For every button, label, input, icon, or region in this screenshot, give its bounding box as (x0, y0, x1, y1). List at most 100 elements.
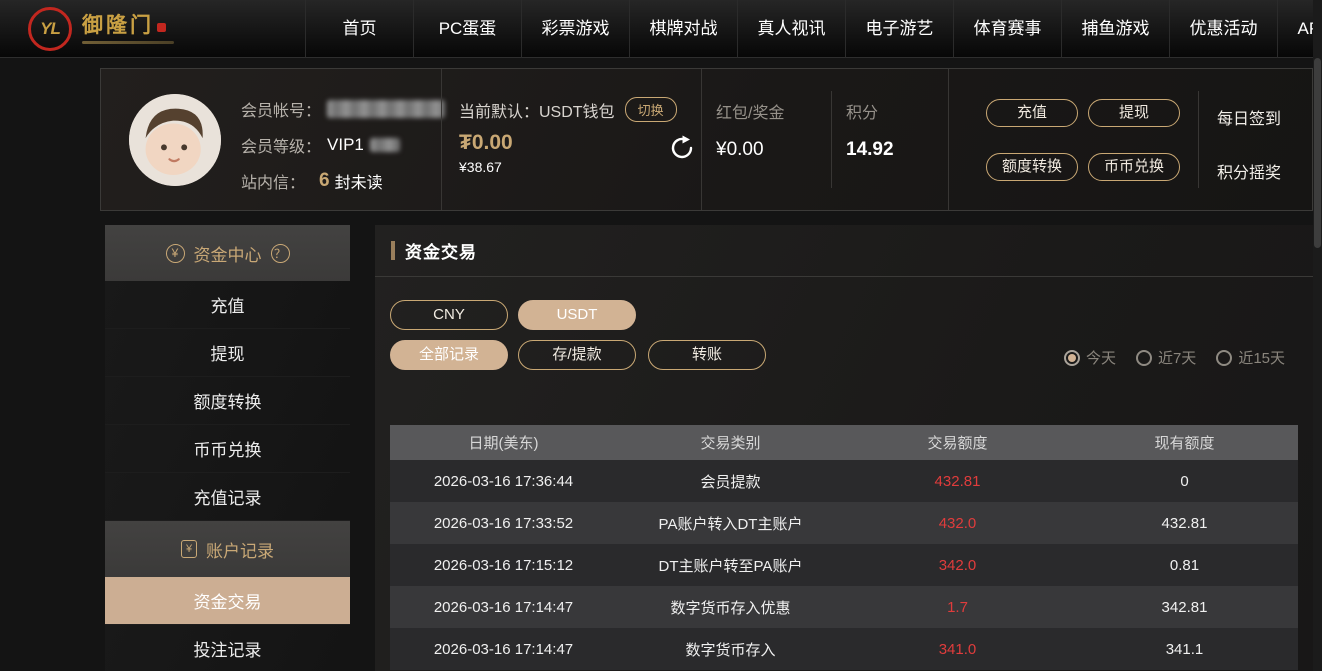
avatar-baby-image (129, 94, 221, 186)
cell-balance: 0.81 (1071, 557, 1298, 574)
table-row: 2026-03-16 17:14:47 数字货币存入优惠 1.7 342.81 (390, 586, 1298, 628)
nav-item-slots[interactable]: 电子游艺 (845, 0, 953, 58)
date-filter-7days[interactable]: 近7天 (1136, 347, 1196, 368)
nav-item-fishing[interactable]: 捕鱼游戏 (1061, 0, 1169, 58)
points-value: 14.92 (846, 139, 894, 161)
account-label: 会员帐号： (241, 97, 321, 121)
divider (948, 69, 949, 210)
cell-amount: 1.7 (844, 599, 1071, 616)
level-value: VIP1 (327, 135, 364, 155)
cell-amount: 432.0 (844, 515, 1071, 532)
logo-emblem-icon: YL (28, 7, 72, 51)
wallet-default-label: 当前默认：USDT钱包 (459, 98, 615, 122)
table-row: 2026-03-16 17:36:44 会员提款 432.81 0 (390, 460, 1298, 502)
points-label: 积分 (846, 99, 878, 123)
col-header-date: 日期(美东) (390, 432, 617, 453)
account-records-label: 账户记录 (206, 537, 274, 562)
table-header-row: 日期(美东) 交易类别 交易额度 现有额度 (390, 425, 1298, 460)
sidebar-item-quota-transfer[interactable]: 额度转换 (105, 377, 350, 425)
table-row: 2026-03-16 17:14:47 数字货币存入 341.0 341.1 (390, 628, 1298, 670)
bonus-value: ¥0.00 (716, 139, 764, 161)
nav-item-live[interactable]: 真人视讯 (737, 0, 845, 58)
cell-date: 2026-03-16 17:14:47 (390, 641, 617, 658)
fund-transactions-panel: 资金交易 CNY USDT 全部记录 存/提款 转账 今天 近7天 近15天 日… (375, 225, 1313, 671)
sidebar: ¥ 资金中心 ？ 充值 提现 额度转换 币币兑换 充值记录 ¥ 账户记录 资金交… (105, 225, 350, 671)
cell-amount: 342.0 (844, 557, 1071, 574)
inbox-unread-count[interactable]: 6 (319, 170, 330, 192)
cell-date: 2026-03-16 17:15:12 (390, 557, 617, 574)
page-scrollbar[interactable] (1313, 0, 1322, 671)
currency-tab-cny[interactable]: CNY (390, 300, 508, 330)
cell-type: 数字货币存入 (617, 639, 844, 660)
divider (1198, 91, 1199, 188)
table-row: 2026-03-16 17:33:52 PA账户转入DT主账户 432.0 43… (390, 502, 1298, 544)
radio-unselected-icon (1216, 350, 1232, 366)
bonus-label: 红包/奖金 (716, 99, 784, 123)
cell-type: PA账户转入DT主账户 (617, 513, 844, 534)
cell-amount: 341.0 (844, 641, 1071, 658)
page-title-bar: 资金交易 (375, 225, 1313, 277)
avatar[interactable] (129, 94, 221, 186)
cell-amount: 432.81 (844, 473, 1071, 490)
type-tab-deposit-withdraw[interactable]: 存/提款 (518, 340, 636, 370)
cell-date: 2026-03-16 17:33:52 (390, 515, 617, 532)
sidebar-section-account-records: ¥ 账户记录 (105, 521, 350, 577)
cell-date: 2026-03-16 17:36:44 (390, 473, 617, 490)
nav-item-lottery[interactable]: 彩票游戏 (521, 0, 629, 58)
currency-tab-usdt[interactable]: USDT (518, 300, 636, 330)
nav-item-promotions[interactable]: 优惠活动 (1169, 0, 1277, 58)
cell-type: 会员提款 (617, 471, 844, 492)
withdraw-button[interactable]: 提现 (1088, 99, 1180, 127)
fund-center-icon: ¥ (166, 244, 185, 263)
sidebar-item-deposit[interactable]: 充值 (105, 281, 350, 329)
nav-item-pc-egg[interactable]: PC蛋蛋 (413, 0, 521, 58)
sidebar-item-fund-transactions[interactable]: 资金交易 (105, 577, 350, 625)
transactions-table: 日期(美东) 交易类别 交易额度 现有额度 2026-03-16 17:36:4… (390, 425, 1298, 670)
sidebar-item-coin-exchange[interactable]: 币币兑换 (105, 425, 350, 473)
logo-tagline (82, 41, 174, 44)
table-row: 2026-03-16 17:15:12 DT主账户转至PA账户 342.0 0.… (390, 544, 1298, 586)
cell-type: 数字货币存入优惠 (617, 597, 844, 618)
wallet-switch-button[interactable]: 切换 (625, 97, 677, 122)
date-filter-15days-label: 近15天 (1238, 347, 1285, 368)
scrollbar-thumb[interactable] (1314, 58, 1321, 248)
sidebar-item-betting-records[interactable]: 投注记录 (105, 625, 350, 671)
col-header-type: 交易类别 (617, 432, 844, 453)
divider (831, 91, 832, 188)
date-filter-today[interactable]: 今天 (1064, 347, 1116, 368)
divider (701, 69, 702, 210)
points-lottery-link[interactable]: 积分摇奖 (1217, 159, 1281, 183)
help-icon[interactable]: ？ (271, 244, 290, 263)
refresh-balance-icon[interactable] (669, 135, 695, 161)
cell-balance: 0 (1071, 473, 1298, 490)
member-info-panel: 会员帐号： 会员等级： VIP1 站内信： 6 封未读 当前默认：USDT钱包 … (100, 68, 1313, 211)
sidebar-item-withdraw[interactable]: 提现 (105, 329, 350, 377)
date-filter-7days-label: 近7天 (1158, 347, 1196, 368)
title-accent-bar (391, 241, 395, 260)
account-value-redacted (327, 100, 445, 118)
account-records-icon: ¥ (181, 540, 197, 558)
date-filter-today-label: 今天 (1086, 347, 1116, 368)
cell-balance: 342.81 (1071, 599, 1298, 616)
sidebar-section-fund-center: ¥ 资金中心 ？ (105, 225, 350, 281)
nav-item-sports[interactable]: 体育赛事 (953, 0, 1061, 58)
wallet-usdt-amount: ₮0.00 (459, 131, 513, 155)
main-nav: 首页 PC蛋蛋 彩票游戏 棋牌对战 真人视讯 电子游艺 体育赛事 捕鱼游戏 优惠… (305, 0, 1322, 58)
nav-item-home[interactable]: 首页 (305, 0, 413, 58)
sidebar-item-deposit-records[interactable]: 充值记录 (105, 473, 350, 521)
logo-seal-icon (157, 23, 166, 32)
site-logo[interactable]: YL 御隆门 (28, 6, 174, 52)
daily-checkin-link[interactable]: 每日签到 (1217, 105, 1281, 129)
fund-center-label: 资金中心 (194, 241, 262, 266)
nav-item-chess[interactable]: 棋牌对战 (629, 0, 737, 58)
deposit-button[interactable]: 充值 (986, 99, 1078, 127)
level-label: 会员等级： (241, 133, 321, 157)
quota-transfer-button[interactable]: 额度转换 (986, 153, 1078, 181)
divider (441, 69, 442, 210)
type-tab-all-records[interactable]: 全部记录 (390, 340, 508, 370)
logo-brand-text: 御隆门 (82, 14, 154, 37)
inbox-unread-suffix[interactable]: 封未读 (335, 169, 383, 193)
date-filter-15days[interactable]: 近15天 (1216, 347, 1285, 368)
coin-exchange-button[interactable]: 币币兑换 (1088, 153, 1180, 181)
type-tab-transfer[interactable]: 转账 (648, 340, 766, 370)
